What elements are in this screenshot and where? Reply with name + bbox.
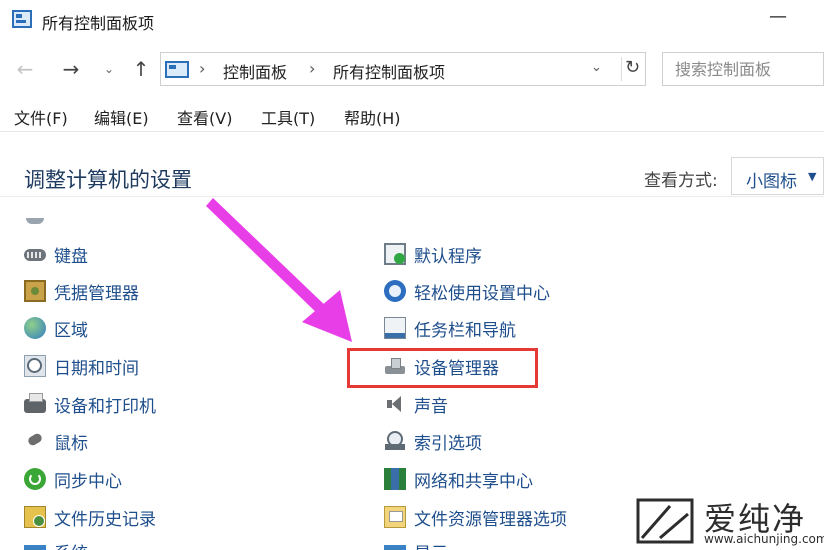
view-by-select[interactable]: 小图标 ▼ <box>731 157 824 195</box>
sound-icon <box>384 393 406 415</box>
item-label: 鼠标 <box>54 433 88 454</box>
address-row: ← → ⌄ ↑ › 控制面板 › 所有控制面板项 ⌄ ↻ <box>0 48 824 90</box>
item-label: 默认程序 <box>414 246 482 267</box>
item-sync-center[interactable]: 同步中心 <box>24 465 122 493</box>
item-system[interactable]: 系统 <box>24 533 88 550</box>
view-by-label: 查看方式: <box>644 171 718 191</box>
item-label: 设备和打印机 <box>54 396 156 417</box>
refresh-icon[interactable]: ↻ <box>621 57 643 81</box>
arrow-head <box>302 290 352 342</box>
menu-view[interactable]: 查看(V) <box>177 105 232 129</box>
menu-edit[interactable]: 编辑(E) <box>94 105 149 129</box>
item-sound[interactable]: 声音 <box>384 390 448 418</box>
page-title: 调整计算机的设置 <box>24 168 192 192</box>
item-label: 系统 <box>54 539 88 550</box>
address-bar[interactable]: › 控制面板 › 所有控制面板项 ⌄ ↻ <box>160 52 646 86</box>
display-icon <box>384 545 406 550</box>
arrow-shaft <box>206 198 330 318</box>
printer-icon <box>24 393 46 413</box>
up-button[interactable]: ↑ <box>128 56 154 82</box>
item-label: 同步中心 <box>54 471 122 492</box>
item-label: 声音 <box>414 396 448 417</box>
item-label: 凭据管理器 <box>54 283 139 304</box>
highlight-box <box>347 348 538 388</box>
sync-center-icon <box>24 468 46 490</box>
control-panel-location-icon <box>165 61 189 78</box>
breadcrumb-separator-icon[interactable]: › <box>309 59 315 78</box>
menu-bar: 文件(F) 编辑(E) 查看(V) 工具(T) 帮助(H) <box>0 100 824 132</box>
item-label: 轻松使用设置中心 <box>414 283 550 304</box>
breadcrumb-separator-icon[interactable]: › <box>199 59 205 78</box>
item-ease-of-access[interactable]: 轻松使用设置中心 <box>384 277 550 305</box>
title-bar: 所有控制面板项 — <box>0 0 824 40</box>
file-history-icon <box>24 506 46 528</box>
item-file-history[interactable]: 文件历史记录 <box>24 503 156 531</box>
item-display[interactable]: 显示 <box>384 533 448 550</box>
item-label: 网络和共享中心 <box>414 471 533 492</box>
control-panel-icon <box>12 10 32 28</box>
forward-button[interactable]: → <box>58 56 84 82</box>
address-dropdown-icon[interactable]: ⌄ <box>591 60 602 75</box>
keyboard-icon <box>24 249 46 261</box>
item-region[interactable]: 区域 <box>24 314 88 342</box>
menu-file[interactable]: 文件(F) <box>14 105 68 129</box>
item-network-sharing[interactable]: 网络和共享中心 <box>384 465 533 493</box>
indexing-options-icon <box>384 430 406 452</box>
item-label: 键盘 <box>54 246 88 267</box>
search-input[interactable] <box>675 54 824 84</box>
network-sharing-icon <box>384 468 406 490</box>
view-by-value: 小图标 <box>746 172 797 192</box>
item-keyboard[interactable]: 键盘 <box>24 240 88 268</box>
item-label: 文件资源管理器选项 <box>414 509 567 530</box>
menu-tools[interactable]: 工具(T) <box>261 105 315 129</box>
ease-of-access-icon <box>384 280 406 302</box>
window-title: 所有控制面板项 <box>42 14 155 33</box>
item-explorer-options[interactable]: 文件资源管理器选项 <box>384 503 567 531</box>
date-time-icon <box>24 355 46 377</box>
recent-locations-dropdown[interactable]: ⌄ <box>96 56 122 82</box>
back-button[interactable]: ← <box>12 56 38 82</box>
default-programs-icon <box>384 243 406 265</box>
item-devices-printers[interactable]: 设备和打印机 <box>24 390 156 418</box>
minimize-button[interactable]: — <box>760 4 796 32</box>
breadcrumb-all-items[interactable]: 所有控制面板项 <box>333 59 445 83</box>
taskbar-icon <box>384 317 406 339</box>
item-label: 文件历史记录 <box>54 509 156 530</box>
partial-item-icon <box>26 218 44 224</box>
watermark-url: www.aichunjing.com <box>704 532 824 546</box>
item-default-programs[interactable]: 默认程序 <box>384 240 482 268</box>
item-date-time[interactable]: 日期和时间 <box>24 352 139 380</box>
explorer-options-icon <box>384 506 406 528</box>
item-mouse[interactable]: 鼠标 <box>24 427 88 455</box>
item-credential-manager[interactable]: 凭据管理器 <box>24 277 139 305</box>
credential-manager-icon <box>24 280 46 302</box>
divider <box>0 196 824 197</box>
item-label: 索引选项 <box>414 433 482 454</box>
item-indexing-options[interactable]: 索引选项 <box>384 427 482 455</box>
item-label: 日期和时间 <box>54 358 139 379</box>
item-label: 区域 <box>54 320 88 341</box>
region-icon <box>24 317 46 339</box>
watermark: 爱纯净 www.aichunjing.com <box>634 494 824 550</box>
search-box[interactable] <box>662 52 824 86</box>
menu-help[interactable]: 帮助(H) <box>344 105 401 129</box>
dropdown-arrow-icon: ▼ <box>808 170 817 183</box>
item-label: 任务栏和导航 <box>414 320 516 341</box>
item-label: 显示 <box>414 539 448 550</box>
watermark-logo-icon <box>636 498 694 544</box>
mouse-icon <box>24 430 46 452</box>
system-icon <box>24 545 46 550</box>
breadcrumb-control-panel[interactable]: 控制面板 <box>223 59 287 83</box>
item-taskbar-navigation[interactable]: 任务栏和导航 <box>384 314 516 342</box>
